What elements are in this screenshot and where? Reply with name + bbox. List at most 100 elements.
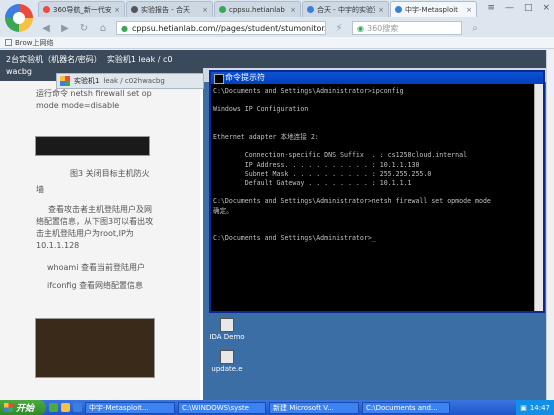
maximize-icon[interactable]: □ <box>524 3 533 13</box>
lab-title-part: 实验机1 leak / c0 <box>106 55 173 64</box>
search-placeholder: 360搜索 <box>366 23 399 33</box>
tab-label: cppsu.hetianlab <box>229 5 285 14</box>
cmd-titlebar[interactable]: 命令提示符 <box>211 72 543 84</box>
cmd-line <box>213 115 541 124</box>
figure-caption: 图3 关闭目标主机防火 <box>70 168 170 180</box>
cmd-line: Windows IP Configuration <box>213 105 309 114</box>
update-icon <box>220 350 234 364</box>
tab-label: 360导航_新一代安 <box>53 5 112 14</box>
cmd-line: C:\Documents and Settings\Administrator>… <box>213 234 376 243</box>
ida-icon <box>220 318 234 332</box>
tab-hetian-lab[interactable]: 合天 - 中宇的实验室 × <box>302 1 389 17</box>
minimize-icon[interactable]: — <box>505 3 514 13</box>
lab-title-part: wacbg <box>6 67 32 76</box>
cmd-line: Subnet Mask . . . . . . . . . . : 255.25… <box>213 169 432 178</box>
task-label: 中宇-Metasploit... <box>89 403 149 412</box>
taskbar-item-explorer[interactable]: C:\Documents and... <box>362 401 450 414</box>
tab-cppsu[interactable]: cppsu.hetianlab × <box>214 1 301 17</box>
cmd-line <box>213 225 541 234</box>
taskbar-item-cmd[interactable]: C:\WINDOWS\syste <box>178 401 266 414</box>
refresh-icon[interactable]: ↻ <box>78 23 90 34</box>
close-icon[interactable]: × <box>466 6 472 14</box>
close-icon[interactable]: × <box>114 6 120 14</box>
lab-title-part: 2台实验机（机器名/密码） <box>6 55 102 64</box>
guide-text: 运行命令 netsh firewall set op <box>36 89 152 98</box>
forward-icon[interactable]: ▶ <box>59 23 71 34</box>
guide-content: 运行命令 netsh firewall set op mode mode=disa… <box>0 82 200 400</box>
desktop-icon-ida[interactable]: IDA Demo <box>207 318 247 341</box>
taskbar: 开始 中宇-Metasploit... C:\WINDOWS\syste 新建 … <box>0 400 554 415</box>
guide-paragraph: 运行命令 netsh firewall set op mode mode=disa… <box>36 88 164 112</box>
screenshot-thumbnail[interactable] <box>35 318 155 378</box>
quicklaunch-folder-icon[interactable] <box>61 403 70 412</box>
command-prompt-window[interactable]: 命令提示符 C:\Documents and Settings\Administ… <box>209 70 545 313</box>
lightning-icon[interactable]: ⚡ <box>333 23 345 34</box>
bookmark-item[interactable]: Brow上网络 <box>15 38 54 48</box>
tab-favicon-icon <box>395 6 402 13</box>
bookmark-bar: Brow上网络 <box>0 37 554 49</box>
desktop-icon-label: update.e <box>211 365 243 373</box>
close-window-icon[interactable]: × <box>542 3 550 13</box>
taskbar-item-metasploit[interactable]: 中宇-Metasploit... <box>85 401 175 414</box>
home-icon[interactable]: ⌂ <box>97 23 109 34</box>
tab-label: 中宇-Metasploit <box>405 5 458 14</box>
guide-text: 查看攻击者主机登陆用户及网络配置信息，从下图3可以看出攻击主机登陆用户为root… <box>36 205 154 250</box>
screenshot-thumbnail[interactable] <box>35 136 150 156</box>
search-engine-icon: ◉ <box>357 23 364 33</box>
cmd-line: Ethernet adapter 本地连接 2: <box>213 133 319 142</box>
windows-logo-icon <box>4 403 13 412</box>
close-icon[interactable]: × <box>202 6 208 14</box>
cmd-scrollbar[interactable] <box>534 84 543 311</box>
lock-icon: ● <box>121 23 128 33</box>
cmd-line: C:\Documents and Settings\Administrator>… <box>213 87 404 95</box>
guide-paragraph: ifconfig 查看网络配置信息 <box>47 280 175 292</box>
vm-name[interactable]: 实验机1 <box>74 76 99 86</box>
search-input[interactable]: ◉ 360搜索 <box>352 21 462 35</box>
cmd-line <box>213 216 541 225</box>
clock[interactable]: 14:47 <box>530 404 550 412</box>
cmd-line: C:\Documents and Settings\Administrator>… <box>213 197 491 206</box>
taskbar-item-vm[interactable]: 新建 Microsoft V... <box>269 401 359 414</box>
tab-favicon-icon <box>43 6 50 13</box>
bookmark-folder-icon <box>5 39 12 46</box>
guide-text: whoami 查看当前登陆用户 <box>47 263 145 272</box>
page-content: 2台实验机（机器名/密码） 实验机1 leak / c0 wacbg 运行命令 … <box>0 50 554 400</box>
vm-credentials: leak / c02hwacbg <box>103 77 165 85</box>
close-icon[interactable]: × <box>378 6 384 14</box>
guide-paragraph: 查看攻击者主机登陆用户及网络配置信息，从下图3可以看出攻击主机登陆用户为root… <box>36 204 154 252</box>
browser-logo-icon[interactable] <box>5 4 33 32</box>
right-scrollbar[interactable] <box>546 50 554 400</box>
task-label: C:\WINDOWS\syste <box>182 403 249 412</box>
vm-toolbar: 实验机1 leak / c02hwacbg <box>56 73 204 89</box>
close-icon[interactable]: × <box>290 6 296 14</box>
windows-logo-icon <box>60 76 70 86</box>
menu-icon[interactable]: ≡ <box>487 3 495 13</box>
task-label: C:\Documents and... <box>366 403 438 412</box>
back-icon[interactable]: ◀ <box>40 23 52 34</box>
address-bar[interactable]: ● cppsu.hetianlab.com//pages/student/stu… <box>116 21 326 35</box>
cmd-line <box>213 96 541 105</box>
network-icon[interactable]: ▣ <box>520 404 527 412</box>
lab-guide-panel: 2台实验机（机器名/密码） 实验机1 leak / c0 wacbg 运行命令 … <box>0 50 200 400</box>
quicklaunch-ie-icon[interactable] <box>73 403 82 412</box>
cmd-line <box>213 142 541 151</box>
tab-strip: 360导航_新一代安 × 实验报告 - 合天 × cppsu.hetianlab × … <box>38 1 478 18</box>
tab-360-nav[interactable]: 360导航_新一代安 × <box>38 1 125 17</box>
cmd-line: IP Address. . . . . . . . . . . : 10.1.1… <box>213 160 420 169</box>
cmd-line <box>213 124 541 133</box>
system-tray: ▣ 14:47 <box>516 400 554 415</box>
start-label: 开始 <box>16 404 35 414</box>
tab-label: 实验报告 - 合天 <box>141 5 190 14</box>
cmd-line: 确定。 <box>213 206 233 215</box>
quicklaunch-browser-icon[interactable] <box>49 403 58 412</box>
tab-favicon-icon <box>307 6 314 13</box>
cmd-output[interactable]: C:\Documents and Settings\Administrator>… <box>211 84 543 311</box>
start-button[interactable]: 开始 <box>0 400 46 415</box>
search-icon[interactable]: ⌕ <box>469 23 481 34</box>
desktop-icon-update[interactable]: update.e <box>207 350 247 373</box>
cmd-line: Connection-specific DNS Suffix . : cs125… <box>213 151 468 160</box>
cmd-line <box>213 188 541 197</box>
remote-desktop[interactable]: 命令提示符 C:\Documents and Settings\Administ… <box>203 68 554 400</box>
tab-metasploit[interactable]: 中宇-Metasploit × <box>390 1 477 17</box>
tab-report[interactable]: 实验报告 - 合天 × <box>126 1 213 17</box>
